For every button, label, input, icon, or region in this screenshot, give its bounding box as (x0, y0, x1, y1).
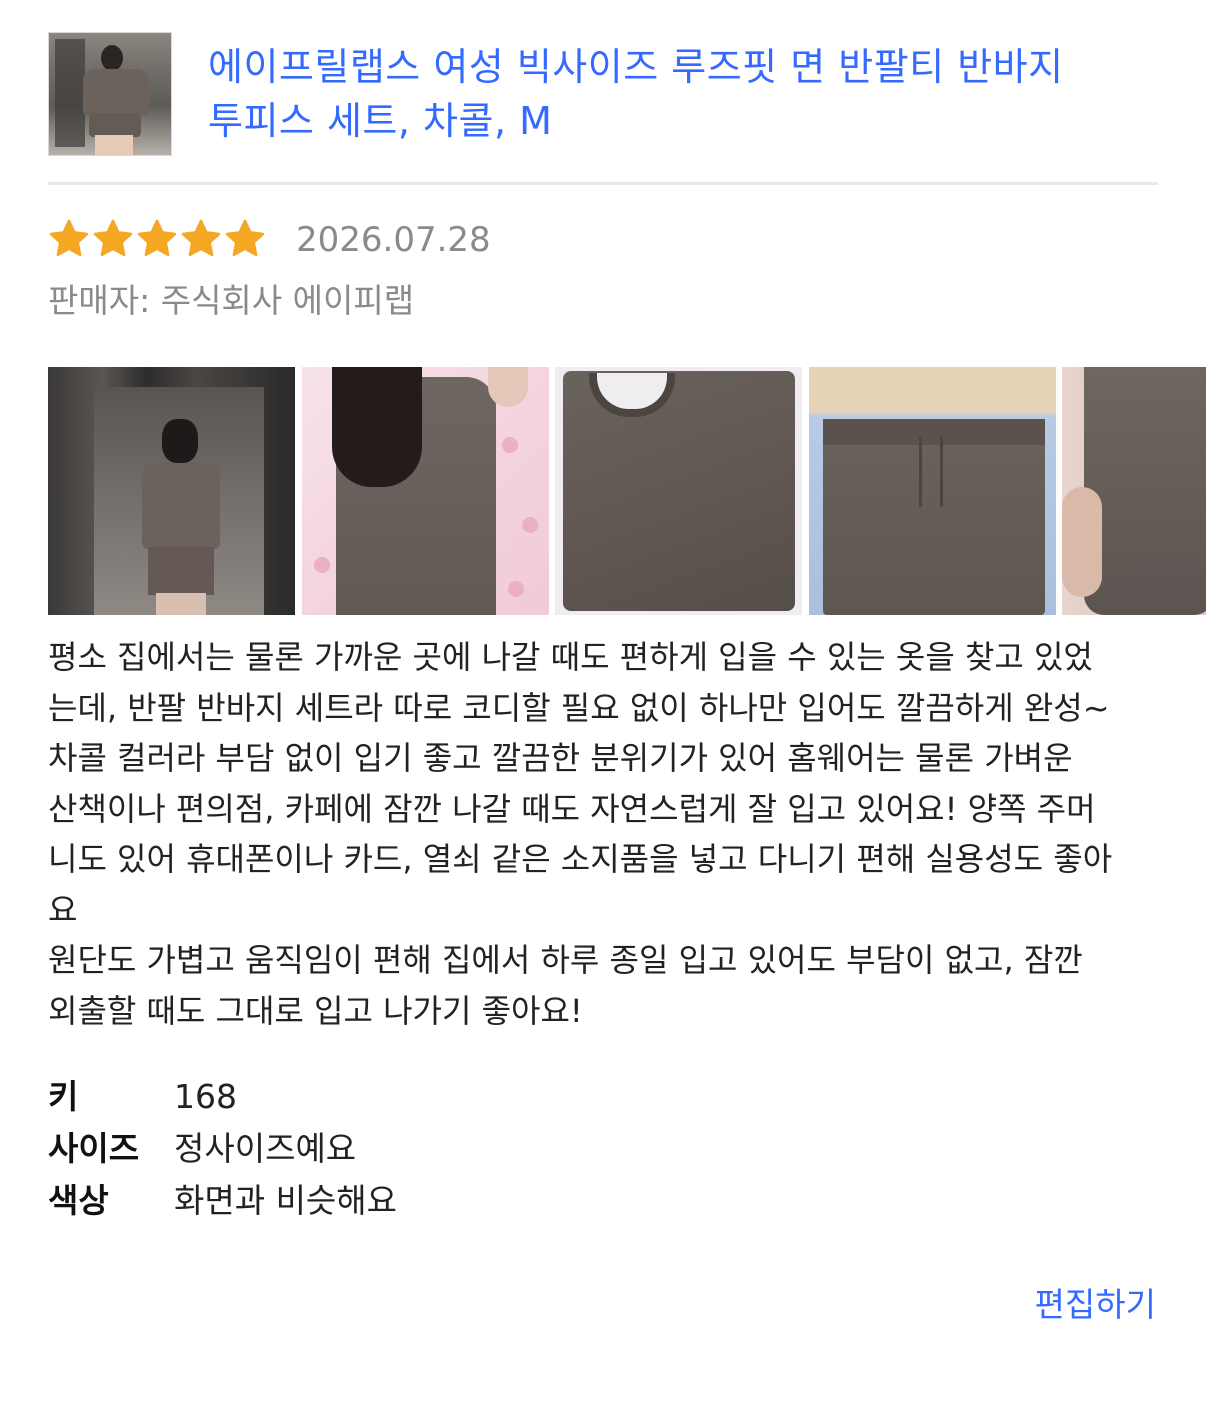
review-photo[interactable] (302, 367, 549, 615)
product-thumbnail[interactable] (48, 32, 172, 156)
review-photo[interactable] (48, 367, 295, 615)
star-rating (48, 216, 266, 264)
spec-key: 사이즈 (48, 1129, 140, 1168)
review-text-line: 차콜 컬러라 부담 없이 입기 좋고 깔끔한 분위기가 있어 홈웨어는 물론 가… (48, 739, 1073, 777)
spec-value: 정사이즈예요 (174, 1129, 357, 1168)
star-icon (93, 219, 133, 257)
product-title-line: 에이프릴랩스 여성 빅사이즈 루즈핏 면 반팔티 반바지 (208, 45, 1064, 89)
spec-key: 키 (48, 1077, 79, 1116)
edit-review-link[interactable]: 편집하기 (1035, 1282, 1156, 1328)
spec-value: 화면과 비슷해요 (174, 1181, 398, 1220)
spec-value: 168 (174, 1077, 237, 1116)
product-header: 에이프릴랩스 여성 빅사이즈 루즈핏 면 반팔티 반바지 투피스 세트, 차콜,… (48, 32, 1158, 156)
star-icon (181, 219, 221, 257)
spec-row-size: 사이즈 정사이즈예요 (48, 1124, 648, 1176)
review-photo-strip[interactable] (48, 367, 1206, 615)
review-body: 평소 집에서는 물론 가까운 곳에 나갈 때도 편하게 입을 수 있는 옷을 찾… (48, 632, 1168, 1036)
spec-key: 색상 (48, 1181, 109, 1220)
seller-info: 판매자: 주식회사 에이피랩 (48, 278, 414, 324)
star-icon (49, 219, 89, 257)
spec-row-color: 색상 화면과 비슷해요 (48, 1176, 648, 1228)
review-text-line: 평소 집에서는 물론 가까운 곳에 나갈 때도 편하게 입을 수 있는 옷을 찾… (48, 638, 1093, 676)
review-photo[interactable] (1062, 367, 1206, 615)
review-date: 2026.07.28 (296, 220, 491, 260)
seller-label: 판매자: (48, 281, 151, 320)
review-text-line: 니도 있어 휴대폰이나 카드, 열쇠 같은 소지품을 넣고 다니기 편해 실용성… (48, 840, 1113, 878)
spec-row-height: 키 168 (48, 1072, 648, 1124)
review-text-line: 외출할 때도 그대로 입고 나가기 좋아요! (48, 991, 583, 1030)
star-icon (225, 219, 265, 257)
review-photo[interactable] (809, 367, 1056, 615)
divider (48, 182, 1158, 185)
seller-name: 주식회사 에이피랩 (160, 281, 415, 320)
product-title-link[interactable]: 에이프릴랩스 여성 빅사이즈 루즈핏 면 반팔티 반바지 투피스 세트, 차콜,… (208, 40, 1158, 148)
review-photo[interactable] (555, 367, 802, 615)
star-icon (137, 219, 177, 257)
review-text-line: 는데, 반팔 반바지 세트라 따로 코디할 필요 없이 하나만 입어도 깔끔하게… (48, 688, 1110, 727)
review-text-line: 원단도 가볍고 움직임이 편해 집에서 하루 종일 입고 있어도 부담이 없고,… (48, 941, 1083, 979)
review-specs: 키 168 사이즈 정사이즈예요 색상 화면과 비슷해요 (48, 1072, 648, 1228)
review-text-line: 산책이나 편의점, 카페에 잠깐 나갈 때도 자연스럽게 잘 입고 있어요! 양… (48, 789, 1096, 828)
review-text-line: 요 (48, 890, 78, 929)
product-title-line: 투피스 세트, 차콜, M (208, 99, 553, 143)
